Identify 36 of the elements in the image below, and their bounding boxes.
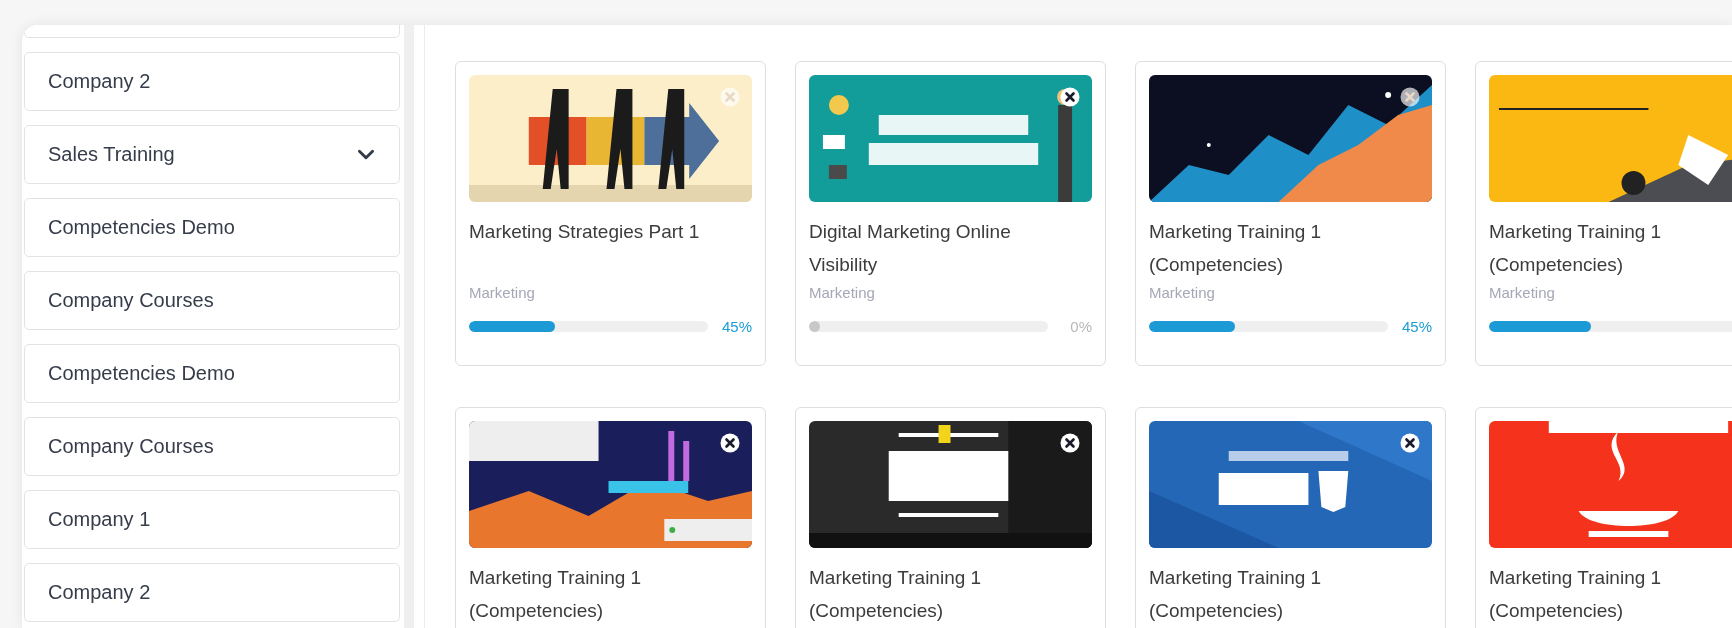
course-category: Marketing [809, 283, 876, 303]
course-title: Marketing Training 1 (Competencies) [1149, 220, 1323, 277]
course-card[interactable]: Marketing Training 1 (Competencies) Marketing [1475, 61, 1732, 366]
sidebar-item[interactable]: Company 1 [24, 490, 400, 549]
course-title: Marketing Training 1 (Competencies) [469, 566, 643, 623]
close-icon[interactable] [1400, 87, 1420, 107]
course-category: Marketing [469, 283, 536, 303]
course-card[interactable]: Marketing Training 1 (Competencies) [1135, 407, 1446, 628]
course-title: Marketing Training 1 (Competencies) [1149, 566, 1323, 623]
sidebar-item[interactable]: Company 2 [24, 563, 400, 622]
close-icon[interactable] [720, 433, 740, 453]
course-card[interactable]: Marketing Training 1 (Competencies) [795, 407, 1106, 628]
course-card[interactable]: Digital Marketing Online Visibility Marketing 0% [795, 61, 1106, 366]
course-category: Marketing [1149, 283, 1216, 303]
progress-percent: 45% [1401, 317, 1432, 335]
course-title: Marketing Training 1 (Competencies) [809, 566, 983, 623]
course-card[interactable]: Marketing Training 1 (Competencies) Marketing 45% [1135, 61, 1446, 366]
progress-percent: 45% [721, 317, 752, 335]
sidebar-item[interactable]: Company Courses [24, 271, 400, 330]
close-icon[interactable] [1060, 87, 1080, 107]
course-category: Marketing [1489, 283, 1556, 303]
course-card[interactable]: Marketing Training 1 (Competencies) [1475, 407, 1732, 628]
progress-percent: 0% [1069, 317, 1092, 335]
course-title: Marketing Training 1 (Competencies) [1489, 220, 1663, 277]
sidebar-item[interactable]: Competencies Demo [24, 344, 400, 403]
close-icon[interactable] [1060, 433, 1080, 453]
sidebar-item[interactable]: Sales Training [24, 125, 400, 184]
course-title: Digital Marketing Online Visibility [809, 220, 1012, 277]
close-icon[interactable] [1400, 433, 1420, 453]
course-title: Marketing Training 1 (Competencies) [1489, 566, 1663, 623]
sidebar-item[interactable]: Company 2 [24, 52, 400, 111]
sidebar-item[interactable]: Company Courses [24, 417, 400, 476]
sidebar-item[interactable]: Competencies Demo [24, 198, 400, 257]
course-card[interactable]: Marketing Strategies Part 1 Marketing 45% [455, 61, 766, 366]
course-title: Marketing Strategies Part 1 [469, 220, 701, 244]
course-card[interactable]: Marketing Training 1 (Competencies) [455, 407, 766, 628]
